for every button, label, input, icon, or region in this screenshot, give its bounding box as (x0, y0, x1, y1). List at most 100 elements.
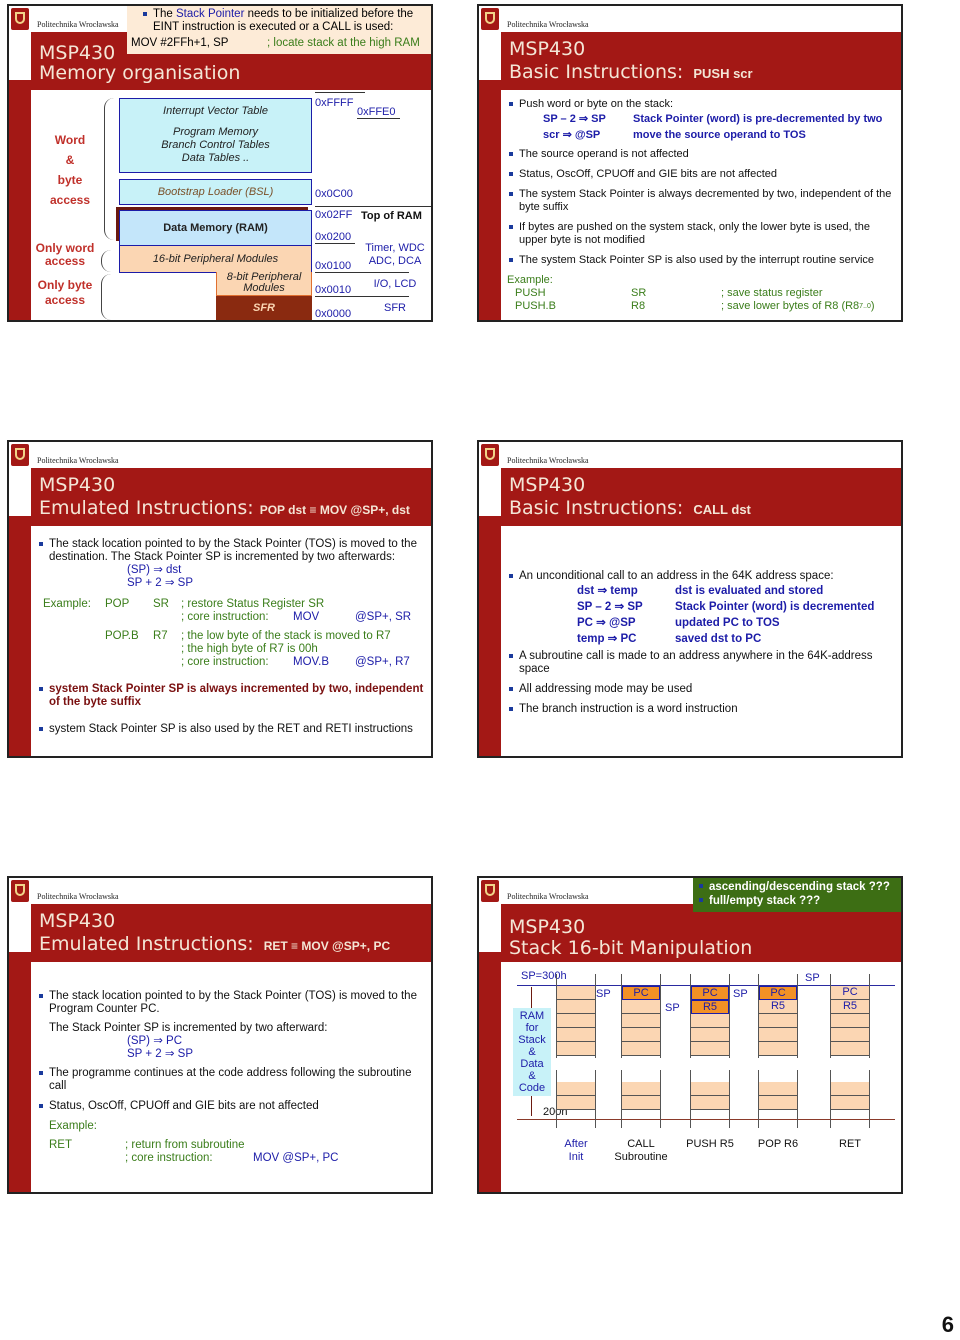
slide-ret: Politechnika Wrocławska MSP430 Emulated … (7, 876, 433, 1194)
column-divider (797, 974, 798, 1058)
stack-cell (759, 1028, 797, 1042)
slide-push: Politechnika Wrocławska MSP430 Basic Ins… (477, 4, 903, 322)
slide-call: Politechnika Wrocławska MSP430 Basic Ins… (477, 440, 903, 758)
sp-marker: SP (665, 1002, 680, 1014)
stack-cell (759, 1042, 797, 1056)
address-0x0200: 0x0200 (315, 231, 356, 244)
stack-cell-pc: PC (831, 986, 869, 1000)
state-caption: RET (806, 1138, 894, 1151)
title-line2: Basic Instructions: CALL dst (509, 497, 751, 519)
stack-cell-pc: PC (622, 986, 660, 1000)
stack-cell (691, 1082, 729, 1096)
column-divider (797, 1070, 798, 1128)
question-callout: ascending/descending stack ??? full/empt… (693, 878, 901, 912)
brace-only-byte (101, 274, 112, 320)
page-number: 6 (941, 1312, 954, 1337)
address-0x0C00: 0x0C00 (315, 188, 353, 200)
ram-label: RAM for Stack & Data & Code (513, 1008, 551, 1096)
timer-note: Timer, WDC ADC, DCA (365, 242, 425, 267)
title-bar: MSP430 Basic Instructions: PUSH scr (501, 32, 901, 90)
stack-cell-pc: PC (759, 986, 797, 1000)
stack-cell (622, 1042, 660, 1056)
stack-cell (557, 986, 595, 1000)
peripheral-8bit: 8-bit Peripheral Modules (216, 272, 312, 296)
pop-example: Example: POP SR ; restore Status Registe… (43, 598, 412, 668)
title-line1: MSP430 (509, 916, 586, 938)
stack-cell-pc: PC (691, 986, 729, 1000)
university-name: Politechnika Wrocławska (37, 456, 119, 465)
slide-memory-organisation: Politechnika Wrocławska MSP430 Memory or… (7, 4, 433, 322)
title-bar: MSP430 Emulated Instructions: RET ≡ MOV @… (31, 904, 431, 962)
university-logo-icon (481, 880, 499, 902)
bottom-line (517, 1119, 895, 1120)
sp-top-label: SP=300h (521, 970, 567, 982)
stack-cell (557, 1042, 595, 1056)
university-logo-icon (11, 8, 29, 30)
code-instruction: MOV #2FFh+1, SP (131, 37, 229, 49)
university-name: Politechnika Wrocławska (37, 892, 119, 901)
column-divider (595, 1070, 596, 1128)
column-divider (729, 1070, 730, 1128)
stack-cell (691, 1042, 729, 1056)
slide-body: The stack location pointed to by the Sta… (37, 990, 427, 1165)
stack-cell (622, 1000, 660, 1014)
slide-body: An unconditional call to an address in t… (507, 570, 897, 723)
stack-cell (622, 1096, 660, 1110)
stack-cell (759, 1014, 797, 1028)
slide-body: The stack location pointed to by the Sta… (37, 538, 427, 743)
title-line1: MSP430 (509, 38, 586, 60)
io-lcd-note: I/O, LCD (373, 278, 417, 290)
sp-marker: SP (805, 972, 820, 984)
interrupt-vector-table: Interrupt Vector Table (119, 98, 312, 124)
slide-pop: Politechnika Wrocławska MSP430 Emulated … (7, 440, 433, 758)
column-divider (660, 1070, 661, 1128)
sp-marker: SP (733, 988, 748, 1000)
word-byte-access-label: Word & byte access (49, 133, 91, 207)
stack-cell (557, 1096, 595, 1110)
only-byte-access-label: Only byte access (37, 278, 93, 307)
column-divider (869, 1070, 870, 1128)
address-0x0000: 0x0000 (315, 308, 355, 320)
title-bar: MSP430 Basic Instructions: CALL dst (501, 468, 901, 526)
stack-diagram: SP=300h 200h RAM for Stack & Data & Code… (501, 970, 901, 1192)
slide-stack-manipulation: Politechnika Wrocławska MSP430 Stack 16-… (477, 876, 903, 1194)
title-line1: MSP430 (39, 474, 116, 496)
stack-cell (759, 1082, 797, 1096)
university-logo-icon (481, 8, 499, 30)
peripheral-16bit: 16-bit Peripheral Modules (119, 245, 312, 273)
stack-cell (622, 1014, 660, 1028)
stack-cell-r5: R5 (759, 1000, 797, 1014)
university-name: Politechnika Wrocławska (507, 456, 589, 465)
stack-cell-r5: R5 (691, 1000, 729, 1014)
university-name: Politechnika Wrocławska (37, 20, 119, 29)
title-line1: MSP430 (39, 910, 116, 932)
brace-word-byte (104, 98, 115, 240)
state-caption-line: Subroutine (614, 1151, 668, 1163)
stack-cell (759, 1096, 797, 1110)
stack-cell (831, 1042, 869, 1056)
university-logo-icon (481, 444, 499, 466)
column-divider (869, 974, 870, 1058)
title-line1: MSP430 (509, 474, 586, 496)
stack-cell (691, 1014, 729, 1028)
stack-cell (691, 1096, 729, 1110)
code-comment: ; locate stack at the high RAM (267, 37, 420, 49)
stack-cell (831, 1028, 869, 1042)
state-caption-line: RET (839, 1138, 861, 1150)
only-word-access-label: Only word access (35, 241, 95, 268)
stack-cell (831, 1014, 869, 1028)
title-line2: Stack 16-bit Manipulation (509, 937, 753, 959)
top-of-ram-note: Top of RAM (361, 210, 422, 222)
data-memory-ram: Data Memory (RAM) (119, 210, 312, 246)
title-bar: MSP430 Emulated Instructions: POP dst ≡ M… (31, 468, 431, 526)
title-bar: MSP430 Stack 16-bit Manipulation (501, 904, 901, 962)
title-line2: Emulated Instructions: RET ≡ MOV @SP+, PC (39, 933, 391, 955)
bootstrap-loader: Bootstrap Loader (BSL) (119, 179, 312, 205)
stack-cell (557, 1014, 595, 1028)
address-0xFFE0: 0xFFE0 (357, 106, 400, 119)
university-name: Politechnika Wrocławska (507, 892, 589, 901)
stack-cell (557, 1000, 595, 1014)
stack-cell (622, 1082, 660, 1096)
stack-cell (557, 1028, 595, 1042)
program-memory: Program Memory Branch Control Tables Dat… (119, 123, 312, 173)
